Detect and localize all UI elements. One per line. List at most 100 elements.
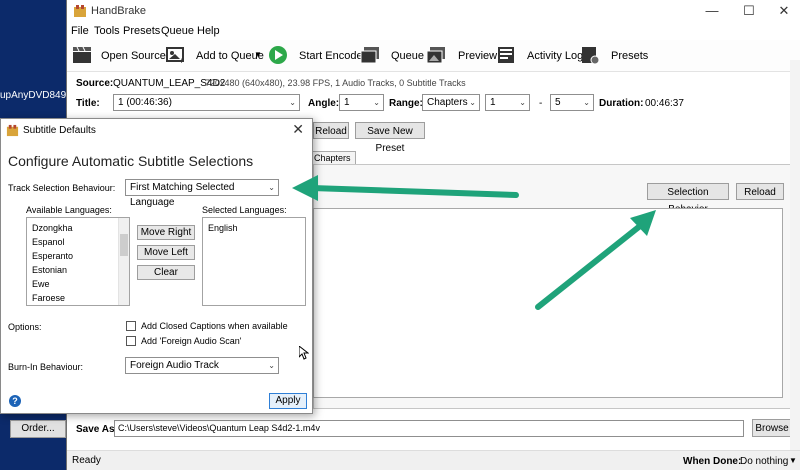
presets-button[interactable]: Presets	[611, 50, 648, 62]
range-select[interactable]: Chapters ⌄	[422, 94, 480, 111]
chevron-down-icon[interactable]: ▼	[789, 456, 797, 465]
start-encode-button[interactable]: Start Encode	[299, 50, 363, 62]
chevron-down-icon[interactable]: ▼	[254, 50, 262, 59]
activity-log-button[interactable]: Activity Log	[527, 50, 583, 62]
subtitles-reload-button[interactable]: Reload	[736, 183, 784, 200]
selection-behavior-button[interactable]: Selection Behavior	[647, 183, 729, 215]
range-to-value: 5	[555, 97, 561, 108]
dialog-close-button[interactable]: ✕	[292, 121, 304, 138]
title-label: Title:	[76, 98, 100, 109]
window-scrollbar[interactable]	[790, 60, 800, 450]
desktop-label: upAnyDVD8490	[0, 90, 72, 101]
list-item[interactable]: Ewe	[32, 279, 50, 289]
range-from-value: 1	[490, 97, 496, 108]
selected-languages-list[interactable]: English	[202, 217, 306, 306]
dialog-heading: Configure Automatic Subtitle Selections	[8, 153, 254, 169]
activity-log-icon[interactable]	[495, 45, 517, 65]
preview-button[interactable]: Preview	[458, 50, 497, 62]
available-languages-list[interactable]: Dzongkha Espanol Esperanto Estonian Ewe …	[26, 217, 130, 306]
menu-bar: File Tools Presets Queue Help	[67, 22, 800, 40]
handbrake-logo-icon	[6, 124, 19, 137]
burn-in-value: Foreign Audio Track	[130, 360, 219, 371]
duration-value: 00:46:37	[645, 98, 684, 109]
list-item[interactable]: Dzongkha	[32, 223, 73, 233]
selected-languages-label: Selected Languages:	[202, 205, 287, 215]
options-label: Options:	[8, 322, 42, 332]
foreign-audio-scan-checkbox[interactable]	[126, 336, 136, 346]
source-row: Source: QUANTUM_LEAP_S4D2 720x480 (640x4…	[67, 76, 800, 90]
track-selection-select[interactable]: First Matching Selected Language ⌄	[125, 179, 279, 208]
move-right-button[interactable]: Move Right	[137, 225, 195, 240]
mouse-cursor-icon	[299, 346, 309, 360]
svg-text:+: +	[179, 56, 184, 65]
save-new-preset-button[interactable]: Save New Preset	[355, 122, 425, 154]
minimize-button[interactable]: —	[697, 2, 727, 20]
scroll-thumb[interactable]	[120, 234, 128, 256]
foreign-audio-scan-label: Add 'Foreign Audio Scan'	[141, 336, 242, 346]
when-done-label: When Done:	[683, 456, 742, 467]
when-done-select[interactable]: Do nothing	[740, 456, 788, 467]
chevron-down-icon: ⌄	[583, 98, 590, 107]
burn-in-select[interactable]: Foreign Audio Track ⌄	[125, 357, 279, 374]
close-button[interactable]: ✕	[769, 2, 799, 20]
maximize-button[interactable]: ☐	[734, 2, 764, 20]
closed-captions-label: Add Closed Captions when available	[141, 321, 288, 331]
menu-help[interactable]: Help	[197, 25, 220, 37]
presets-icon[interactable]	[579, 45, 601, 65]
chevron-down-icon: ⌄	[373, 98, 380, 107]
menu-file[interactable]: File	[71, 25, 89, 37]
queue-icon[interactable]	[359, 45, 381, 65]
list-item[interactable]: English	[208, 223, 238, 233]
add-to-queue-icon[interactable]: +	[165, 45, 187, 65]
burn-in-label: Burn-In Behaviour:	[8, 362, 84, 372]
available-languages-label: Available Languages:	[26, 205, 112, 215]
angle-select-value: 1	[344, 97, 350, 108]
list-item[interactable]: Espanol	[32, 237, 65, 247]
browse-button[interactable]: Browse	[752, 419, 792, 437]
clapperboard-icon[interactable]	[71, 45, 93, 65]
status-text: Ready	[72, 455, 101, 466]
range-from-select[interactable]: 1 ⌄	[485, 94, 530, 111]
chevron-down-icon: ⌄	[519, 98, 526, 107]
status-bar: Ready When Done: Do nothing ▼	[67, 450, 800, 470]
list-item[interactable]: Estonian	[32, 265, 67, 275]
subtitle-tracks-list[interactable]	[313, 208, 783, 398]
angle-select[interactable]: 1 ⌄	[339, 94, 384, 111]
duration-label: Duration:	[599, 98, 644, 109]
save-as-path-field[interactable]: C:\Users\steve\Videos\Quantum Leap S4d2-…	[114, 420, 744, 437]
chevron-down-icon: ⌄	[469, 98, 476, 107]
dialog-title: Subtitle Defaults	[23, 125, 96, 136]
apply-button[interactable]: Apply	[269, 393, 307, 409]
order-button[interactable]: Order...	[10, 420, 66, 438]
range-separator: -	[539, 98, 543, 109]
help-icon[interactable]: ?	[9, 395, 21, 407]
source-info: 720x480 (640x480), 23.98 FPS, 1 Audio Tr…	[205, 78, 466, 88]
closed-captions-checkbox[interactable]	[126, 321, 136, 331]
angle-label: Angle:	[308, 98, 340, 109]
range-to-select[interactable]: 5 ⌄	[550, 94, 594, 111]
list-scrollbar[interactable]	[118, 218, 129, 305]
save-as-row: Save As: C:\Users\steve\Videos\Quantum L…	[67, 418, 800, 438]
window-title: HandBrake	[91, 5, 147, 17]
range-label: Range:	[389, 98, 423, 109]
list-item[interactable]: Esperanto	[32, 251, 73, 261]
track-selection-label: Track Selection Behaviour:	[8, 183, 116, 193]
preview-icon[interactable]	[425, 45, 447, 65]
toolbar: Open Source + Add to Queue ▼ Start Encod…	[67, 40, 800, 72]
handbrake-logo-icon	[74, 5, 86, 17]
tab-chapters[interactable]: Chapters	[309, 151, 356, 165]
open-source-button[interactable]: Open Source	[101, 50, 166, 62]
menu-queue[interactable]: Queue	[161, 25, 194, 37]
title-select[interactable]: 1 (00:46:36) ⌄	[113, 94, 300, 111]
source-label: Source:	[76, 78, 114, 89]
play-icon[interactable]	[267, 45, 289, 65]
move-left-button[interactable]: Move Left	[137, 245, 195, 260]
menu-tools[interactable]: Tools	[94, 25, 120, 37]
menu-presets[interactable]: Presets	[123, 25, 160, 37]
list-item[interactable]: Faroese	[32, 293, 65, 303]
clear-button[interactable]: Clear	[137, 265, 195, 280]
queue-button[interactable]: Queue	[391, 50, 424, 62]
chevron-down-icon: ⌄	[268, 183, 275, 192]
subtitle-defaults-dialog: Subtitle Defaults ✕ Configure Automatic …	[0, 118, 313, 414]
preset-reload-button[interactable]: Reload	[313, 122, 349, 139]
